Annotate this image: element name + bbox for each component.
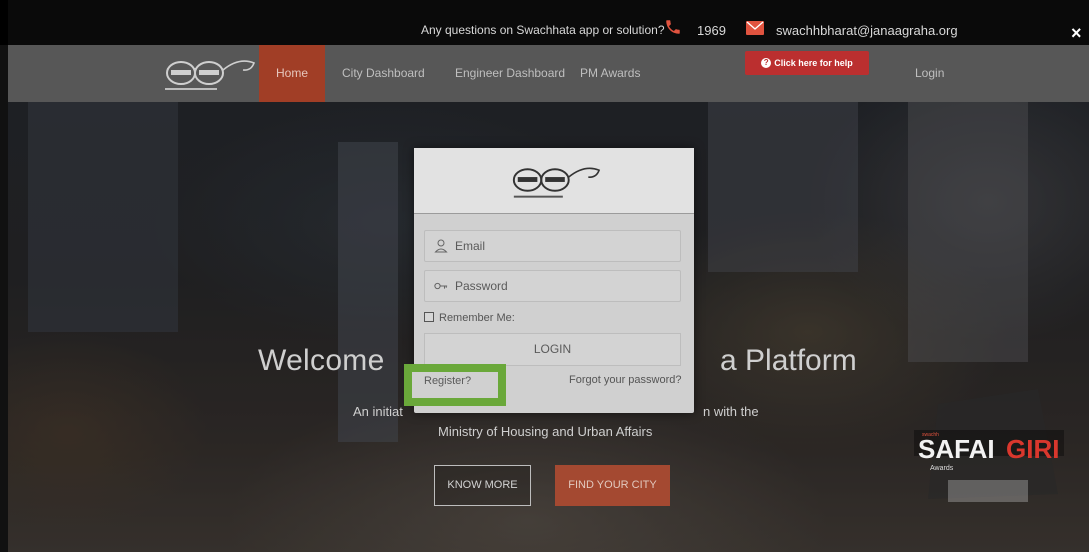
swachh-bharat-logo bbox=[512, 167, 601, 198]
top-info-bar: Any questions on Swachhata app or soluti… bbox=[0, 0, 1089, 45]
remember-me-label: Remember Me: bbox=[439, 312, 515, 324]
login-modal-header bbox=[414, 148, 694, 214]
hero-ministry-text: Ministry of Housing and Urban Affairs bbox=[438, 424, 653, 439]
login-button[interactable]: LOGIN bbox=[424, 333, 681, 366]
forgot-password-link[interactable]: Forgot your password? bbox=[569, 374, 682, 386]
nav-home[interactable]: Home bbox=[259, 45, 325, 102]
support-phone[interactable]: 1969 bbox=[697, 23, 726, 38]
nav-city-dashboard[interactable]: City Dashboard bbox=[342, 45, 425, 102]
register-link[interactable]: Register? bbox=[424, 375, 471, 387]
hero-platform-text: a Platform bbox=[720, 344, 857, 377]
support-email[interactable]: swachhbharat@janaagraha.org bbox=[776, 23, 958, 38]
badge-giri-text: GIRI bbox=[1006, 434, 1059, 464]
nav-engineer-dashboard[interactable]: Engineer Dashboard bbox=[455, 45, 565, 102]
password-field[interactable] bbox=[424, 270, 681, 302]
help-button[interactable]: ? Click here for help bbox=[745, 51, 869, 75]
mail-icon bbox=[746, 21, 764, 35]
main-navbar: Home City Dashboard Engineer Dashboard P… bbox=[8, 45, 1089, 102]
support-question: Any questions on Swachhata app or soluti… bbox=[421, 23, 665, 37]
help-button-label: Click here for help bbox=[774, 58, 853, 68]
close-icon[interactable]: × bbox=[1071, 24, 1082, 42]
email-input[interactable] bbox=[455, 231, 675, 261]
user-icon bbox=[434, 239, 448, 253]
hero-initiative-left: An initiat bbox=[353, 404, 403, 419]
nav-login[interactable]: Login bbox=[915, 45, 944, 102]
nav-pm-awards[interactable]: PM Awards bbox=[580, 45, 640, 102]
find-your-city-button[interactable]: FIND YOUR CITY bbox=[555, 465, 670, 506]
badge-awards-text: Awards bbox=[930, 465, 954, 472]
password-input[interactable] bbox=[455, 271, 675, 301]
remember-me-checkbox[interactable] bbox=[424, 312, 434, 322]
hero-welcome-text: Welcome bbox=[258, 344, 385, 377]
question-icon: ? bbox=[761, 58, 772, 68]
email-field[interactable] bbox=[424, 230, 681, 262]
key-icon bbox=[434, 282, 448, 290]
phone-icon bbox=[666, 20, 680, 34]
know-more-button[interactable]: KNOW MORE bbox=[434, 465, 531, 506]
hero-initiative-right: n with the bbox=[703, 404, 759, 419]
badge-safai-text: SAFAI bbox=[918, 434, 995, 464]
safaigiri-awards-badge: swachh SAFAI GIRI Awards bbox=[914, 389, 1064, 502]
remember-me[interactable]: Remember Me: bbox=[424, 312, 515, 324]
swachh-bharat-logo[interactable] bbox=[159, 53, 259, 95]
